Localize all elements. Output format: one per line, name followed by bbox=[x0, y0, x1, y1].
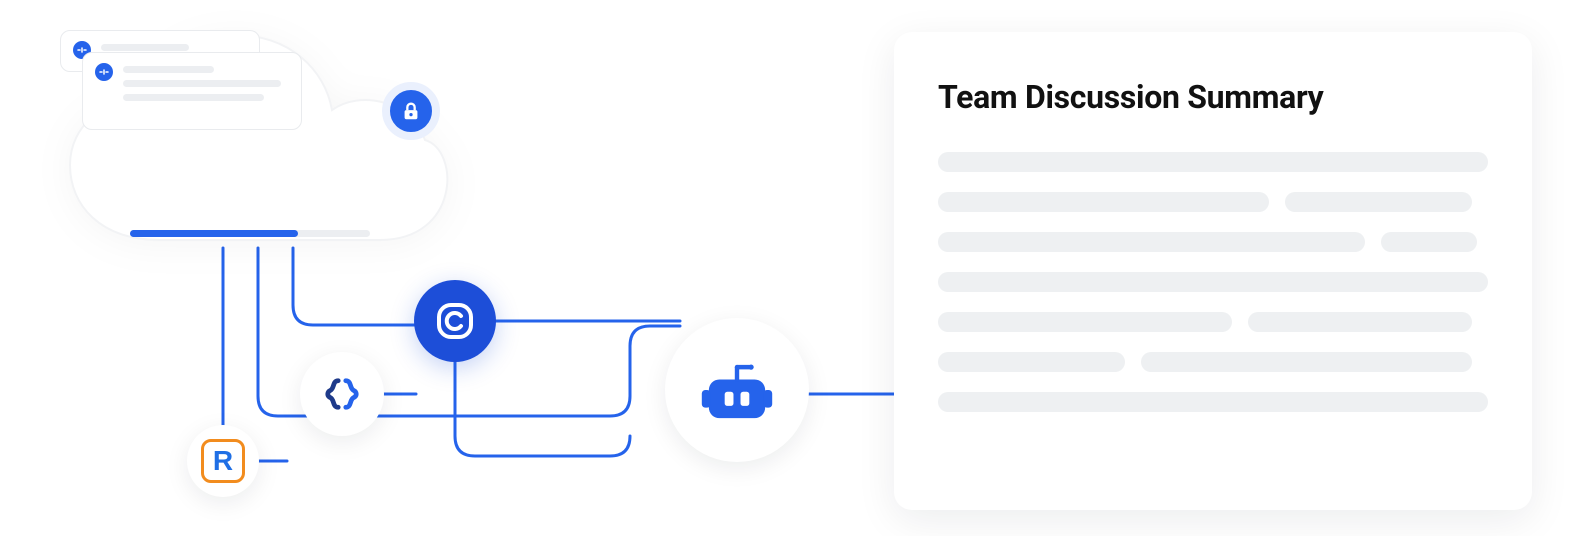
lock-icon bbox=[382, 82, 440, 140]
summary-placeholder-content bbox=[938, 152, 1488, 412]
ai-bot-node bbox=[665, 318, 809, 462]
summary-card: Team Discussion Summary bbox=[894, 32, 1532, 510]
r-app-icon: R bbox=[201, 439, 245, 483]
integration-node-braces bbox=[300, 352, 384, 436]
avatar-icon bbox=[95, 63, 113, 81]
integration-node-c bbox=[414, 280, 496, 362]
cloud-source bbox=[60, 30, 450, 255]
c-app-icon bbox=[433, 299, 477, 343]
integration-node-r: R bbox=[187, 425, 259, 497]
r-letter: R bbox=[213, 445, 233, 477]
progress-fill bbox=[130, 230, 298, 237]
message-card bbox=[82, 52, 302, 130]
braces-app-icon bbox=[323, 375, 361, 413]
progress-bar bbox=[130, 230, 370, 237]
summary-title: Team Discussion Summary bbox=[938, 78, 1488, 116]
robot-icon bbox=[693, 346, 781, 434]
